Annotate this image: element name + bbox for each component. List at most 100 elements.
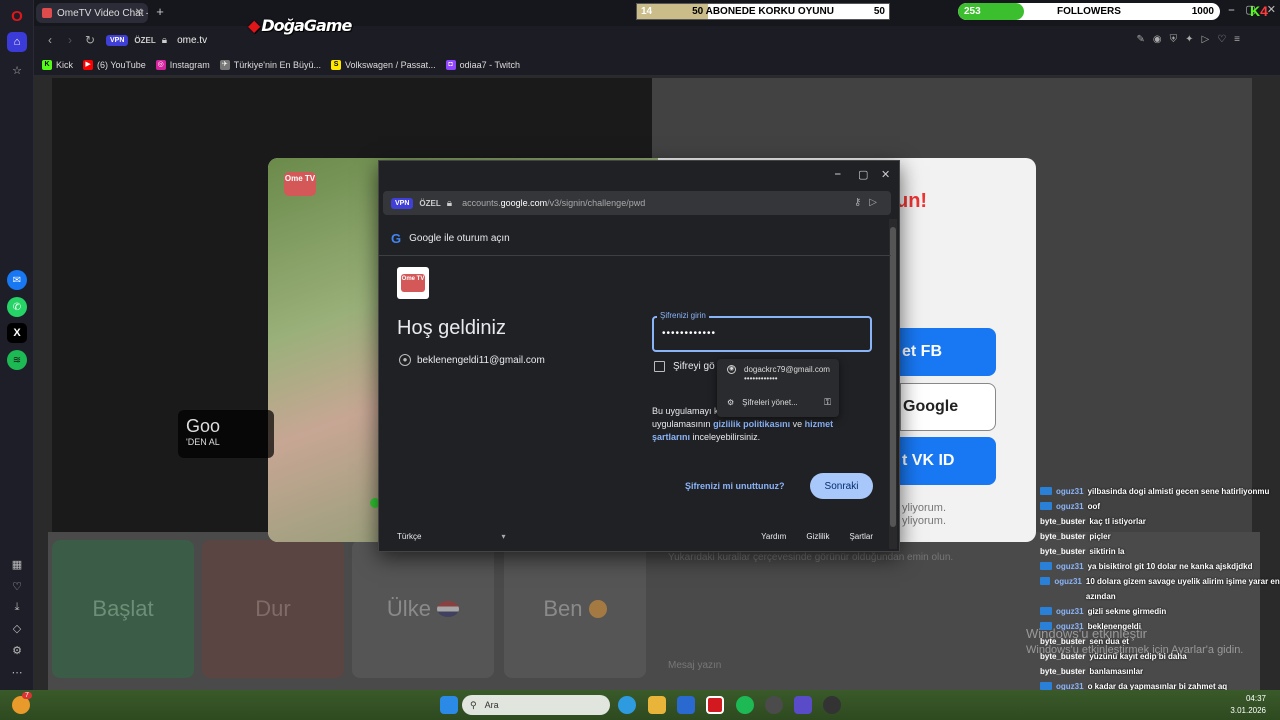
bookmark-instagram[interactable]: ◎ Instagram — [155, 59, 210, 70]
help-link[interactable]: Yardım — [761, 532, 786, 541]
google-signin-popup: ⎯ ▢ ✕ VPN ÖZEL 🔒︎ accounts.google.com/v3… — [378, 160, 900, 552]
twitch-icon: ◘ — [445, 59, 456, 70]
site-icon: ✈ — [219, 59, 230, 70]
lock-icon[interactable]: 🔒︎ — [162, 35, 167, 46]
minimize-icon[interactable]: ⎯ — [835, 168, 841, 181]
google-play-badge[interactable]: Goo 'DEN AL — [178, 410, 274, 458]
clock[interactable]: 04:37 3.01.2026 — [1230, 693, 1266, 717]
privacy-policy-link[interactable]: gizlilik politikasını — [713, 419, 790, 429]
opera-logo-icon[interactable]: O — [7, 6, 27, 26]
password-input[interactable]: •••••••••••• — [652, 316, 872, 352]
popup-address-bar[interactable]: VPN ÖZEL 🔒︎ accounts.google.com/v3/signi… — [383, 191, 891, 215]
x-twitter-icon[interactable]: X — [7, 323, 27, 343]
chat-text: gizli sekme girmedin — [1087, 607, 1167, 616]
saved-credential-item[interactable]: ◉ dogackrc79@gmail.com •••••••••••• — [727, 365, 830, 383]
start-button[interactable]: Başlat — [52, 540, 194, 678]
terms-footer-link[interactable]: Şartlar — [849, 532, 873, 541]
back-icon[interactable]: ‹ — [40, 33, 60, 47]
bookmark-sahibinden[interactable]: ✈ Türkiye'nin En Büyü... — [219, 59, 321, 70]
grid-icon[interactable]: ▦ — [7, 554, 27, 574]
google-g-icon: G — [391, 231, 402, 246]
star-icon[interactable]: ☆ — [7, 60, 27, 80]
steam-icon[interactable] — [823, 696, 841, 714]
google-header: G Google ile oturum açın — [391, 231, 510, 246]
bookmark-youtube[interactable]: ▶ (6) YouTube — [83, 59, 146, 70]
forward-icon[interactable]: › — [60, 33, 80, 47]
forgot-password-link[interactable]: Şifrenizi mi unuttunuz? — [685, 481, 785, 491]
country-button[interactable]: Ülke — [352, 540, 494, 678]
avatar-icon — [588, 600, 607, 618]
privacy-link[interactable]: Gizlilik — [806, 532, 829, 541]
popup-addr-actions[interactable]: ⚷▷ — [854, 197, 885, 208]
heart-icon[interactable]: ♡ — [7, 576, 27, 596]
opera-taskbar-icon[interactable] — [706, 696, 724, 714]
cube-icon[interactable]: ◇ — [7, 618, 27, 638]
mail-icon[interactable] — [677, 696, 695, 714]
spotify-taskbar-icon[interactable] — [736, 696, 754, 714]
start-icon[interactable] — [440, 696, 458, 714]
more-icon[interactable]: ⋯ — [7, 662, 27, 682]
spotify-icon[interactable]: ≋ — [7, 350, 27, 370]
tab-ometv[interactable]: OmeTV Video Chat — On ✕ — [36, 3, 148, 23]
private-label: ÖZEL — [419, 198, 441, 208]
scroll-thumb[interactable] — [890, 227, 896, 527]
login-google-button[interactable]: Google — [900, 383, 996, 431]
chat-message: oguz31 10 dolara gizem savage uyelik alir… — [1040, 574, 1280, 604]
instagram-icon: ◎ — [155, 59, 166, 70]
reload-icon[interactable]: ↻ — [80, 33, 100, 47]
close-icon[interactable]: ✕ — [135, 7, 143, 18]
camera-icon[interactable]: ◉ — [1153, 34, 1162, 45]
lock-icon[interactable]: 🔒︎ — [447, 198, 452, 209]
download-icon[interactable]: ⤓ — [7, 597, 27, 617]
send-icon[interactable]: ▷ — [1201, 34, 1209, 45]
app-icon[interactable] — [765, 696, 783, 714]
login-vk-button[interactable]: t VK ID — [900, 437, 996, 485]
show-password-toggle[interactable]: Şifreyi gö — [654, 361, 715, 372]
maximize-icon[interactable]: ▢ — [858, 168, 868, 181]
stop-button[interactable]: Dur — [202, 540, 344, 678]
chat-message: byte_buster banlamasınlar — [1040, 664, 1280, 679]
chat-message: oguz31 yilbasinda dogi almisti gecen sene… — [1040, 484, 1280, 499]
ometv-logo: Ome TV — [284, 172, 316, 196]
vpn-badge[interactable]: VPN — [391, 197, 414, 209]
chat-input[interactable]: Mesaj yazın — [668, 660, 721, 671]
home-icon[interactable]: ⌂ — [7, 32, 27, 52]
checkbox[interactable] — [654, 361, 665, 372]
bookmark-kick[interactable]: K Kick — [42, 59, 73, 70]
account-chip[interactable]: ● beklenengeldi11@gmail.com — [399, 354, 545, 366]
popup-footer: Türkçe ▾ Yardım Gizlilik Şartlar — [397, 532, 873, 541]
extension-icon[interactable]: ✦ — [1185, 34, 1193, 45]
teams-icon[interactable] — [794, 696, 812, 714]
manage-passwords-item[interactable]: ⚙ Şifreleri yönet... ⚿ — [727, 397, 831, 408]
chat-text: siktirin la — [1089, 547, 1125, 556]
rules-text: Yukarıdaki kurallar çerçevesinde görünür… — [668, 552, 954, 563]
edit-icon[interactable]: ✎ — [1136, 34, 1144, 45]
popup-scrollbar[interactable] — [889, 219, 897, 549]
edge-icon[interactable] — [618, 696, 636, 714]
brand-icon: ◆ — [248, 16, 260, 35]
followers-goal-bar: 253 FOLLOWERS 1000 — [958, 3, 1220, 20]
taskbar-search[interactable]: ⚲ Ara — [462, 695, 610, 715]
vpn-badge[interactable]: VPN — [106, 34, 129, 46]
next-button[interactable]: Sonraki — [810, 473, 873, 499]
me-button[interactable]: Ben — [504, 540, 646, 678]
bookmark-twitch[interactable]: ◘ odiaa7 - Twitch — [445, 59, 520, 70]
language-select[interactable]: Türkçe ▾ — [397, 532, 505, 541]
site-s-icon: S — [331, 59, 342, 70]
login-facebook-button[interactable]: et FB — [900, 328, 996, 376]
close-icon[interactable]: ✕ — [881, 168, 890, 181]
file-explorer-icon[interactable] — [648, 696, 666, 714]
shield-icon[interactable]: ⛨ — [1170, 34, 1178, 45]
whatsapp-icon[interactable]: ✆ — [7, 297, 27, 317]
chat-text: ya bisiktirol git 10 dolar ne kanka ajsk… — [1087, 562, 1253, 571]
settings-icon[interactable]: ⚙ — [7, 640, 27, 660]
subscriber-badge-icon — [1040, 682, 1052, 690]
url-field[interactable]: ome.tv — [177, 35, 207, 46]
address-bar-actions: ✎ ◉ ⛨ ✦ ▷ ♡ ≡ — [1136, 34, 1240, 45]
new-tab-button[interactable]: + — [152, 4, 168, 20]
chat-message: byte_buster piçler — [1040, 529, 1280, 544]
heart-icon[interactable]: ♡ — [1217, 34, 1226, 45]
bookmark-volkswagen[interactable]: S Volkswagen / Passat... — [331, 59, 436, 70]
menu-icon[interactable]: ≡ — [1234, 34, 1240, 45]
messenger-icon[interactable]: ✉ — [7, 270, 27, 290]
